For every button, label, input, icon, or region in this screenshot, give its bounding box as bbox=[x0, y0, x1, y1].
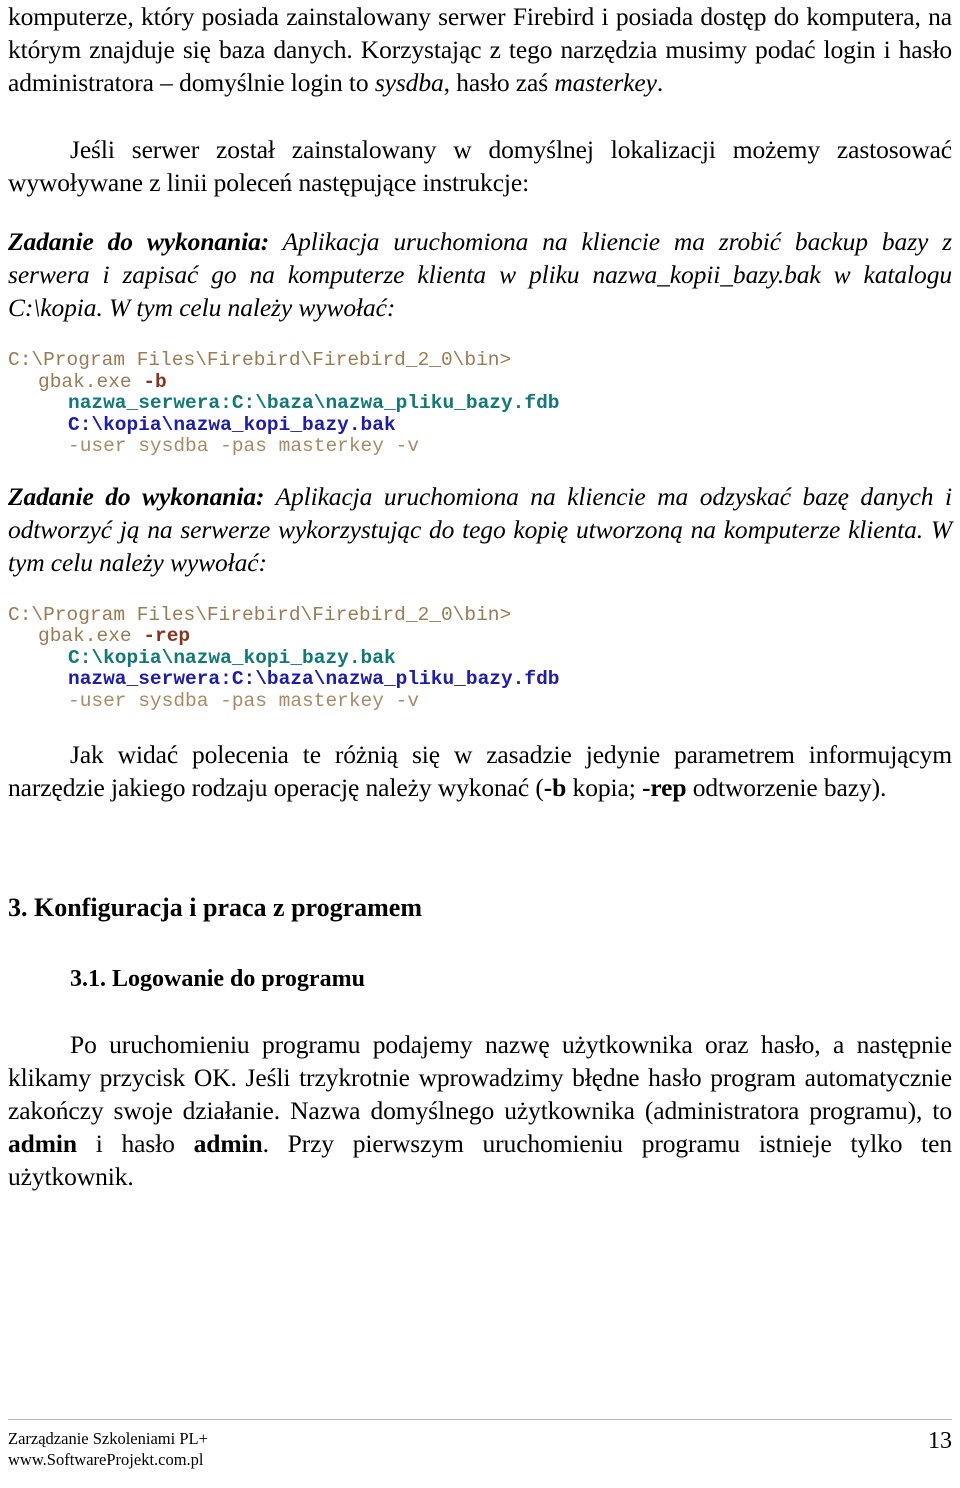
footer-identity: Zarządzanie Szkoleniami PL+ www.Software… bbox=[8, 1428, 208, 1470]
paragraph-login-description: Po uruchomieniu programu podajemy nazwę … bbox=[8, 1028, 952, 1193]
code-restore-prompt: C:\Program Files\Firebird\Firebird_2_0\b… bbox=[8, 603, 512, 626]
password-value-masterkey: masterkey bbox=[554, 68, 657, 97]
paragraph-task-restore: Zadanie do wykonania: Aplikacja uruchomi… bbox=[8, 480, 952, 579]
code-restore-command: gbak.exe bbox=[38, 625, 144, 647]
code-backup-switch: -b bbox=[143, 370, 167, 393]
intro-line-2: którym znajduje się baza danych. Korzyst… bbox=[8, 35, 952, 64]
code-backup-line-3: nazwa_serwera:C:\baza\nazwa_pliku_bazy.f… bbox=[8, 392, 952, 415]
code-restore-line-5: -user sysdba -pas masterkey -v bbox=[8, 689, 952, 713]
login-value-sysdba: sysdba bbox=[374, 68, 444, 97]
code-backup-credentials: -user sysdba -pas masterkey -v bbox=[68, 435, 420, 457]
code-restore-line-4: nazwa_serwera:C:\baza\nazwa_pliku_bazy.f… bbox=[8, 668, 952, 691]
code-restore-line-2: gbak.exe -rep bbox=[8, 625, 952, 648]
code-backup-source-path: nazwa_serwera:C:\baza\nazwa_pliku_bazy.f… bbox=[68, 392, 560, 414]
summary-switch-backup: -b bbox=[543, 773, 567, 802]
task-backup-label: Zadanie do wykonania: bbox=[8, 227, 270, 256]
code-backup-prompt: C:\Program Files\Firebird\Firebird_2_0\b… bbox=[8, 349, 512, 371]
code-backup-target-path: C:\kopia\nazwa_kopi_bazy.bak bbox=[68, 413, 396, 436]
heading-section-3-1: 3.1. Logowanie do programu bbox=[70, 966, 365, 992]
code-restore-line-3: C:\kopia\nazwa_kopi_bazy.bak bbox=[8, 646, 952, 670]
intro-line-3a: administratora – domyślnie login to bbox=[8, 68, 375, 97]
summary-text-b: kopia; bbox=[566, 773, 642, 802]
heading-section-3: 3. Konfiguracja i praca z programem bbox=[8, 893, 422, 922]
footer-product-name: Zarządzanie Szkoleniami PL+ bbox=[8, 1429, 208, 1448]
footer-page-number: 13 bbox=[928, 1428, 952, 1454]
code-backup-command: gbak.exe bbox=[38, 370, 144, 393]
paragraph-task-backup: Zadanie do wykonania: Aplikacja uruchomi… bbox=[8, 225, 952, 324]
summary-switch-restore: -rep bbox=[641, 773, 687, 802]
code-block-restore: C:\Program Files\Firebird\Firebird_2_0\b… bbox=[8, 603, 952, 713]
code-restore-credentials: -user sysdba -pas masterkey -v bbox=[68, 689, 420, 712]
default-password: admin bbox=[193, 1129, 263, 1158]
code-restore-switch: -rep bbox=[143, 625, 191, 647]
code-backup-line-2: gbak.exe -b bbox=[8, 370, 952, 394]
login-text-b: i hasło bbox=[76, 1129, 194, 1158]
code-restore-target-path: nazwa_serwera:C:\baza\nazwa_pliku_bazy.f… bbox=[68, 668, 560, 690]
login-text-a: Po uruchomieniu programu podajemy nazwę … bbox=[8, 1030, 952, 1125]
document-page: komputerze, który posiada zainstalowany … bbox=[0, 0, 960, 1488]
paragraph-default-location: Jeśli serwer został zainstalowany w domy… bbox=[8, 135, 952, 197]
footer-website: www.SoftwareProjekt.com.pl bbox=[8, 1450, 204, 1469]
intro-line-3b: , hasło zaś bbox=[443, 68, 555, 97]
intro-line-1: komputerze, który posiada zainstalowany … bbox=[8, 2, 952, 31]
paragraph-intro: komputerze, który posiada zainstalowany … bbox=[8, 0, 952, 99]
code-restore-line-1: C:\Program Files\Firebird\Firebird_2_0\b… bbox=[8, 603, 952, 627]
paragraph-summary: Jak widać polecenia te różnią się w zasa… bbox=[8, 738, 952, 804]
page-footer: Zarządzanie Szkoleniami PL+ www.Software… bbox=[8, 1419, 952, 1470]
task-restore-label: Zadanie do wykonania: bbox=[8, 481, 265, 511]
code-backup-line-1: C:\Program Files\Firebird\Firebird_2_0\b… bbox=[8, 349, 952, 372]
code-block-backup: C:\Program Files\Firebird\Firebird_2_0\b… bbox=[8, 349, 952, 458]
code-backup-line-4: C:\kopia\nazwa_kopi_bazy.bak bbox=[8, 413, 952, 437]
code-restore-source-path: C:\kopia\nazwa_kopi_bazy.bak bbox=[68, 646, 396, 669]
intro-line-3c: . bbox=[656, 68, 664, 97]
code-backup-line-5: -user sysdba -pas masterkey -v bbox=[8, 435, 952, 458]
summary-text-c: odtworzenie bazy). bbox=[686, 773, 887, 802]
default-username: admin bbox=[8, 1129, 77, 1158]
